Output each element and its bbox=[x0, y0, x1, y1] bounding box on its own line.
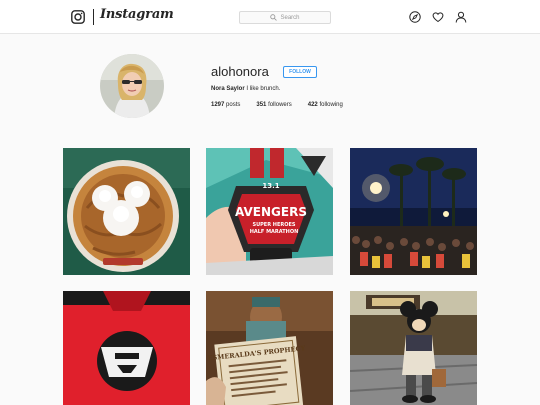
explore-compass-icon[interactable] bbox=[409, 11, 421, 23]
stat-following-label: following bbox=[319, 102, 343, 108]
logo-divider bbox=[93, 9, 94, 25]
stat-posts-label: posts bbox=[226, 102, 241, 108]
post-thumbnail-churro-waffle[interactable] bbox=[63, 148, 190, 275]
post-thumbnail-lantern-shirt[interactable] bbox=[63, 291, 190, 405]
stat-followers-count: 351 bbox=[256, 102, 267, 108]
stat-followers[interactable]: 351 followers bbox=[256, 102, 291, 108]
top-navigation-bar: Instagram Search bbox=[0, 0, 540, 34]
stat-followers-label: followers bbox=[268, 102, 292, 108]
post-thumbnail-mickey-train[interactable] bbox=[350, 291, 477, 405]
instagram-camera-icon[interactable] bbox=[71, 10, 85, 24]
post-thumbnail-esmeralda-prophecy[interactable]: ESMERALDA'S PROPHECY bbox=[206, 291, 333, 405]
medal-subtitle-2: HALF MARATHON bbox=[250, 229, 299, 235]
post-thumbnail-avengers-medal[interactable]: 13.1 AVENGERS SUPER HEROES HALF MARATHON bbox=[206, 148, 333, 275]
profile-full-name: Nora Saylor bbox=[211, 86, 245, 92]
post-thumbnail-night-parade[interactable] bbox=[350, 148, 477, 275]
search-placeholder: Search bbox=[280, 14, 300, 21]
stat-following[interactable]: 422 following bbox=[308, 102, 343, 108]
search-icon bbox=[270, 14, 278, 21]
profile-bio: Nora Saylor I like brunch. bbox=[211, 86, 280, 92]
profile-username: alohonora bbox=[211, 64, 269, 79]
stat-posts-count: 1297 bbox=[211, 102, 225, 108]
medal-title-text: AVENGERS bbox=[235, 205, 307, 219]
instagram-wordmark[interactable]: Instagram bbox=[100, 7, 174, 22]
profile-icon[interactable] bbox=[455, 11, 467, 23]
profile-stats: 1297 posts 351 followers 422 following bbox=[211, 102, 359, 108]
stat-following-count: 422 bbox=[307, 102, 318, 108]
stat-posts: 1297 posts bbox=[211, 102, 240, 108]
medal-distance-text: 13.1 bbox=[262, 182, 279, 190]
follow-button[interactable]: FOLLOW bbox=[283, 66, 317, 78]
profile-bio-text: I like brunch. bbox=[246, 86, 281, 92]
profile-avatar[interactable] bbox=[100, 54, 164, 118]
medal-subtitle-1: SUPER HEROES bbox=[252, 222, 295, 228]
search-input[interactable]: Search bbox=[239, 11, 331, 24]
heart-icon[interactable] bbox=[432, 11, 444, 23]
